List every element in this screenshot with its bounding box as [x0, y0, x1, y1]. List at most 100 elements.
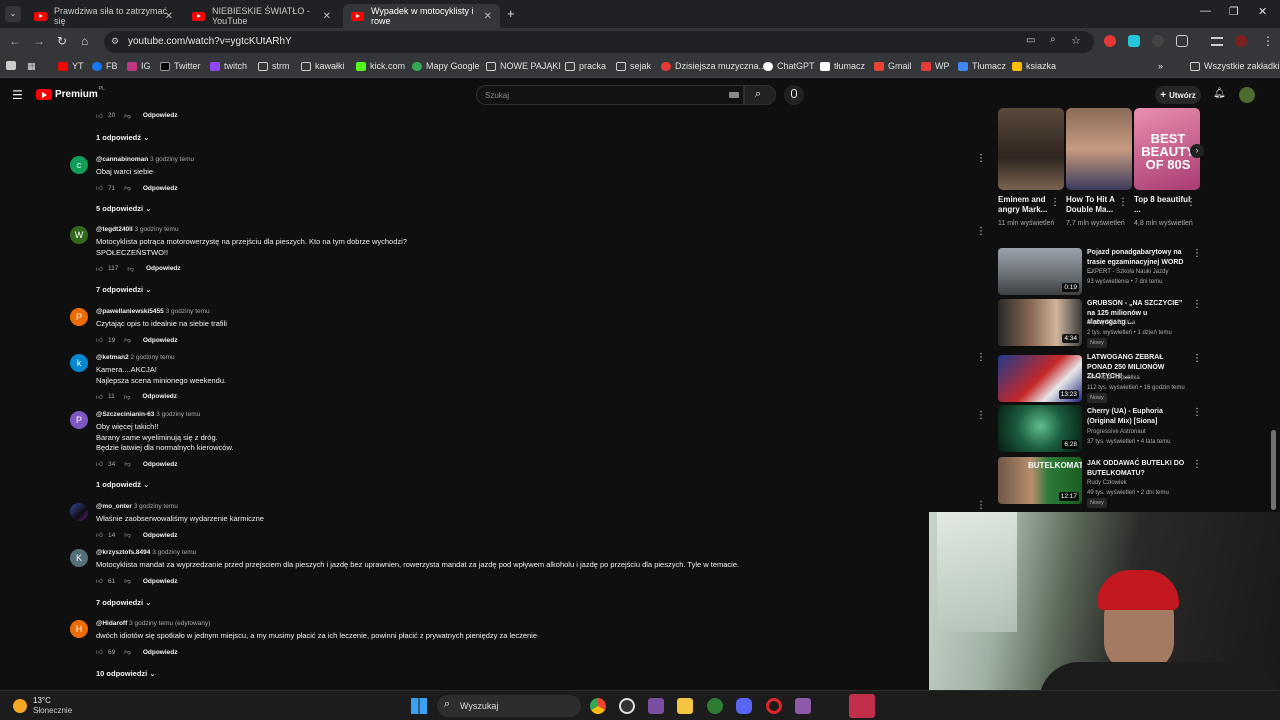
- create-button[interactable]: + Utwórz: [1155, 86, 1201, 104]
- bookmark-tlumacz-google[interactable]: Tłumacz: [958, 61, 1006, 71]
- comment-author[interactable]: @tegdt240ll: [96, 226, 133, 233]
- short-thumbnail[interactable]: [1066, 108, 1132, 190]
- menu-dots-icon[interactable]: ⋮: [1262, 34, 1274, 48]
- bookmark-chatgpt[interactable]: ChatGPT: [763, 61, 815, 71]
- short-title[interactable]: How To Hit A Double Ma...: [1066, 195, 1126, 215]
- more-options-icon[interactable]: ⋮: [1192, 407, 1202, 418]
- like-icon[interactable]: 👍︎: [96, 460, 105, 468]
- forward-icon[interactable]: →: [33, 34, 45, 48]
- like-icon[interactable]: 👍︎: [96, 393, 105, 401]
- youtube-logo[interactable]: Premium PL: [36, 86, 105, 100]
- obs-icon[interactable]: [619, 698, 635, 714]
- more-options-icon[interactable]: ⋮: [1192, 299, 1202, 310]
- bookmark-folder-nowe-pajaki[interactable]: NOWE PAJĄKI: [486, 61, 561, 71]
- video-thumbnail[interactable]: 13:23: [998, 355, 1082, 402]
- bookmark-twitch[interactable]: twitch: [210, 61, 247, 71]
- short-thumbnail[interactable]: [998, 108, 1064, 190]
- close-tab-icon[interactable]: ✕: [484, 11, 492, 22]
- reply-button[interactable]: Odpowiedz: [143, 578, 178, 585]
- view-replies-button[interactable]: 7 odpowiedzi ⌄: [96, 598, 151, 607]
- view-replies-button[interactable]: 1 odpowiedź ⌄: [96, 133, 149, 142]
- bookmark-kick[interactable]: kick.com: [356, 61, 405, 71]
- more-options-icon[interactable]: ⋮: [1192, 353, 1202, 364]
- more-options-icon[interactable]: ⋮: [976, 352, 986, 363]
- short-title[interactable]: Eminem and angry Mark...: [998, 195, 1058, 215]
- video-thumbnail[interactable]: 0:19: [998, 248, 1082, 295]
- extension-icon[interactable]: [1128, 35, 1140, 47]
- active-app-icon[interactable]: [849, 694, 875, 718]
- like-icon[interactable]: 👍︎: [96, 265, 105, 273]
- sidebar-toggle-icon[interactable]: [6, 61, 20, 70]
- like-icon[interactable]: 👍︎: [96, 184, 105, 192]
- more-options-icon[interactable]: ⋮: [976, 500, 986, 511]
- bookmark-dzisiejsza-muzyczna[interactable]: Dzisiejsza muzyczna...: [661, 61, 766, 71]
- account-avatar[interactable]: [1239, 87, 1255, 103]
- avatar[interactable]: P: [70, 411, 88, 429]
- taskbar-search[interactable]: ⌕ Wyszukaj: [437, 695, 581, 717]
- scrollbar[interactable]: [1271, 430, 1276, 510]
- like-icon[interactable]: 👍︎: [96, 112, 105, 120]
- dislike-icon[interactable]: 👎︎: [124, 648, 131, 656]
- video-thumbnail[interactable]: BUTELKOMAT 12:17: [998, 457, 1082, 504]
- close-tab-icon[interactable]: ✕: [323, 11, 331, 22]
- weather-temperature[interactable]: 13°C: [33, 696, 51, 705]
- video-title[interactable]: JAK ODDAWAĆ BUTELKI DO BUTELKOMATU?: [1087, 459, 1187, 478]
- dislike-icon[interactable]: 👎︎: [124, 531, 131, 539]
- comment-author[interactable]: @mo_onter: [96, 503, 132, 510]
- more-options-icon[interactable]: ⋮: [976, 153, 986, 164]
- back-icon[interactable]: ←: [9, 34, 21, 48]
- close-window-icon[interactable]: ✕: [1258, 5, 1267, 18]
- tab-search-button[interactable]: ⌄: [5, 6, 21, 22]
- reply-button[interactable]: Odpowiedz: [143, 649, 178, 656]
- bookmark-ksiazka[interactable]: ksiazka: [1012, 61, 1056, 71]
- maximize-icon[interactable]: ❐: [1229, 5, 1239, 18]
- bookmark-wp[interactable]: WP: [921, 61, 950, 71]
- shorts-next-icon[interactable]: ›: [1190, 144, 1204, 158]
- notifications-bell-icon[interactable]: 🔔︎: [1213, 88, 1226, 99]
- search-button[interactable]: ⌕: [744, 85, 776, 105]
- avatar[interactable]: [70, 503, 88, 521]
- windows-start-icon[interactable]: [411, 698, 427, 714]
- more-options-icon[interactable]: ⋮: [1186, 197, 1196, 208]
- bookmark-yt[interactable]: YT: [58, 61, 84, 71]
- bookmark-folder-kawalki[interactable]: kawałki: [301, 61, 345, 71]
- short-title[interactable]: Top 8 beautiful ...: [1134, 195, 1194, 215]
- app-icon[interactable]: [795, 698, 811, 714]
- voice-search-button[interactable]: [784, 85, 804, 105]
- dislike-icon[interactable]: 👎︎: [124, 336, 131, 344]
- bookmark-twitter[interactable]: Twitter: [160, 61, 201, 71]
- more-options-icon[interactable]: ⋮: [1050, 197, 1060, 208]
- close-tab-icon[interactable]: ✕: [165, 11, 173, 22]
- view-replies-button[interactable]: 7 odpowiedzi ⌄: [96, 285, 151, 294]
- like-icon[interactable]: 👍︎: [96, 336, 105, 344]
- dislike-icon[interactable]: 👎︎: [127, 265, 134, 273]
- discord-icon[interactable]: [736, 698, 752, 714]
- dislike-icon[interactable]: 👎︎: [124, 460, 131, 468]
- dislike-icon[interactable]: 👎︎: [124, 184, 131, 192]
- bookmark-ig[interactable]: IG: [127, 61, 151, 71]
- url-text[interactable]: youtube.com/watch?v=ygtcKUtARhY: [128, 36, 292, 47]
- install-icon[interactable]: ▭: [1026, 35, 1035, 46]
- avatar[interactable]: H: [70, 620, 88, 638]
- like-icon[interactable]: 👍︎: [96, 648, 105, 656]
- comment-author[interactable]: @pawellaniewski5455: [96, 308, 164, 315]
- comment-author[interactable]: @cannabinoman: [96, 156, 148, 163]
- tab-1[interactable]: Prawdziwa siła to zatrzymać się ✕: [26, 4, 181, 28]
- video-thumbnail[interactable]: 6:28: [998, 405, 1082, 452]
- avatar[interactable]: P: [70, 308, 88, 326]
- more-options-icon[interactable]: ⋮: [976, 410, 986, 421]
- tab-3-active[interactable]: Wypadek w motocyklisty i rowe ✕: [343, 4, 500, 28]
- comment-author[interactable]: @ketman2: [96, 354, 129, 361]
- search-input[interactable]: Szukaj: [476, 85, 744, 105]
- weather-condition[interactable]: Słonecznie: [33, 706, 72, 715]
- view-replies-button[interactable]: 1 odpowiedź ⌄: [96, 480, 149, 489]
- reload-icon[interactable]: ↻: [57, 34, 67, 48]
- extension-icon[interactable]: [1152, 35, 1164, 47]
- view-replies-button[interactable]: 10 odpowiedzi ⌄: [96, 669, 156, 678]
- bookmark-gmail[interactable]: Gmail: [874, 61, 912, 71]
- keyboard-icon[interactable]: [729, 92, 739, 98]
- video-thumbnail[interactable]: 4:34: [998, 299, 1082, 346]
- file-explorer-icon[interactable]: [677, 698, 693, 714]
- more-options-icon[interactable]: ⋮: [1192, 248, 1202, 259]
- new-tab-button[interactable]: +: [507, 6, 515, 21]
